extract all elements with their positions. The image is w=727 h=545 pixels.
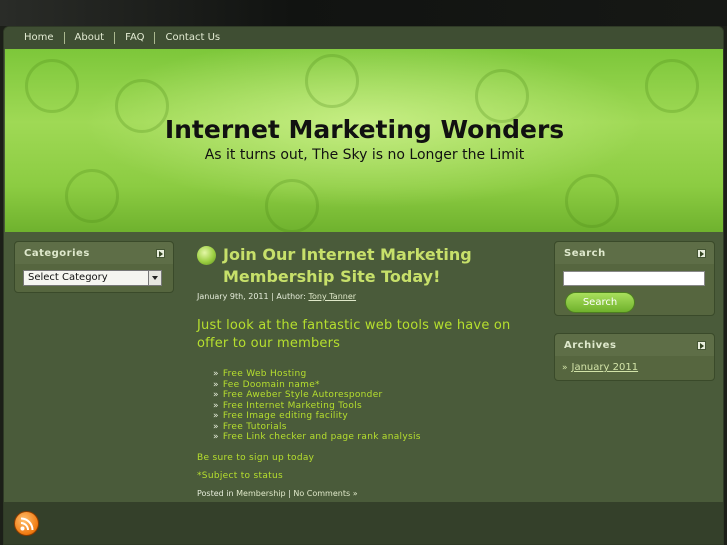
post-lead: Just look at the fantastic web tools we … bbox=[197, 318, 511, 351]
post-title[interactable]: Join Our Internet Marketing Membership S… bbox=[223, 244, 537, 288]
posted-in-label: Posted in bbox=[197, 488, 234, 498]
nav-about[interactable]: About bbox=[65, 32, 116, 44]
list-item: » Fee Doomain name* bbox=[213, 379, 320, 390]
site-tagline: As it turns out, The Sky is no Longer th… bbox=[204, 147, 525, 163]
list-item: » Free Internet Marketing Tools bbox=[213, 400, 362, 411]
header-swirl-decoration bbox=[565, 174, 619, 228]
rss-icon[interactable] bbox=[14, 511, 39, 536]
search-widget: Search Search bbox=[554, 241, 715, 316]
bullet-icon bbox=[197, 246, 216, 265]
category-link[interactable]: Membership bbox=[236, 489, 285, 498]
header-swirl-decoration bbox=[645, 59, 699, 113]
list-item: » Free Link checker and page rank analysi… bbox=[213, 432, 421, 442]
nav-home[interactable]: Home bbox=[14, 32, 65, 44]
site-footer bbox=[4, 502, 723, 544]
chevron-down-icon[interactable] bbox=[148, 271, 161, 285]
header-swirl-decoration bbox=[25, 59, 79, 113]
page-wrapper: Home About FAQ Contact Us Internet Marke… bbox=[3, 26, 724, 545]
double-arrow-icon: » bbox=[562, 362, 568, 373]
search-button[interactable]: Search bbox=[565, 292, 635, 313]
post-date: January 9th, 2011 bbox=[197, 292, 269, 301]
list-item: » Free Tutorials bbox=[213, 421, 287, 432]
top-nav: Home About FAQ Contact Us bbox=[4, 27, 723, 49]
arrow-icon[interactable] bbox=[156, 248, 165, 258]
header-swirl-decoration bbox=[305, 54, 359, 108]
feature-list: » Free Web Hosting » Fee Doomain name* » Fr… bbox=[213, 369, 537, 443]
archives-widget: Archives » January 2011 bbox=[554, 333, 715, 381]
archives-title: Archives bbox=[564, 339, 617, 351]
double-arrow-icon: » bbox=[213, 369, 219, 379]
post: Join Our Internet Marketing Membership S… bbox=[197, 244, 537, 498]
header-swirl-decoration bbox=[265, 179, 319, 232]
search-title: Search bbox=[564, 247, 606, 259]
post-paragraph: *Subject to status bbox=[197, 470, 283, 481]
author-label: Author: bbox=[276, 292, 306, 301]
double-arrow-icon: » bbox=[213, 379, 219, 390]
double-arrow-icon: » bbox=[213, 432, 219, 442]
post-paragraph: Be sure to sign up today bbox=[197, 452, 315, 463]
categories-widget: Categories Select Category bbox=[14, 241, 174, 293]
double-arrow-icon: » bbox=[213, 411, 219, 421]
double-arrow-icon: » bbox=[213, 421, 219, 432]
double-arrow-icon: » bbox=[213, 390, 219, 400]
header-swirl-decoration bbox=[65, 169, 119, 223]
archive-link-january-2011[interactable]: January 2011 bbox=[572, 362, 639, 373]
category-select-value: Select Category bbox=[28, 272, 108, 283]
list-item: » Free Image editing facility bbox=[213, 411, 348, 421]
author-link[interactable]: Tony Tanner bbox=[308, 292, 356, 301]
double-arrow-icon: » bbox=[213, 400, 219, 411]
nav-faq[interactable]: FAQ bbox=[115, 32, 156, 44]
site-title[interactable]: Internet Marketing Wonders bbox=[5, 115, 723, 144]
comments-link[interactable]: No Comments » bbox=[293, 489, 357, 498]
post-meta: January 9th, 2011 | Author: Tony Tanner bbox=[197, 292, 357, 301]
list-item: » Free Web Hosting bbox=[213, 369, 307, 379]
arrow-icon[interactable] bbox=[697, 340, 706, 350]
post-footer: Posted in Membership | No Comments » bbox=[197, 488, 358, 498]
categories-title: Categories bbox=[24, 247, 90, 259]
post-title-row: Join Our Internet Marketing Membership S… bbox=[197, 244, 537, 288]
archive-item: » January 2011 bbox=[562, 362, 638, 373]
arrow-icon[interactable] bbox=[697, 248, 706, 258]
nav-contact[interactable]: Contact Us bbox=[155, 32, 230, 44]
list-item: » Free Aweber Style Autoresponder bbox=[213, 390, 383, 400]
category-select[interactable]: Select Category bbox=[23, 270, 162, 286]
search-input[interactable] bbox=[563, 271, 705, 286]
site-header: Internet Marketing Wonders As it turns o… bbox=[5, 49, 723, 232]
top-decoration bbox=[0, 0, 727, 26]
